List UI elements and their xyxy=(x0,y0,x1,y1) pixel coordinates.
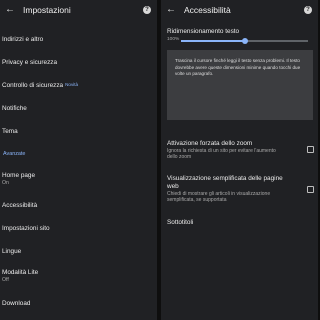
settings-item-label: Download xyxy=(2,300,31,307)
settings-item-label: Notifiche xyxy=(2,105,27,112)
slider-fill xyxy=(181,40,245,42)
settings-toolbar: ← Impostazioni ? xyxy=(0,0,157,20)
preview-text: Trascina il cursore finché leggi il test… xyxy=(175,58,301,76)
page-title: Accessibilità xyxy=(184,5,231,15)
settings-item-label: Home page xyxy=(2,172,36,179)
simplified-view-checkbox[interactable] xyxy=(307,186,314,193)
settings-panel: ← Impostazioni ? Indirizzi e altro Priva… xyxy=(0,0,157,320)
settings-item-label: Controllo di sicurezza Novità xyxy=(2,82,79,89)
force-zoom-description: Ignora la richiesta di un sito per evita… xyxy=(167,148,276,160)
settings-item-label: Impostazioni sito xyxy=(2,225,50,232)
force-zoom-checkbox[interactable] xyxy=(307,146,314,153)
text-preview-box: Trascina il cursore finché leggi il test… xyxy=(167,50,313,120)
settings-item-label: Accessibilità xyxy=(2,202,38,209)
simplified-view-description: Chiedi di mostrare gli articoli in visua… xyxy=(167,191,271,203)
settings-item-label: Privacy e sicurezza xyxy=(2,59,58,66)
page-title: Impostazioni xyxy=(23,5,71,15)
captions-item[interactable]: Sottotitoli xyxy=(167,219,193,226)
settings-item-status: On xyxy=(2,180,9,186)
settings-item-label: Modalità Lite xyxy=(2,269,39,276)
settings-item-label: Tema xyxy=(2,128,18,135)
settings-item-label: Indirizzi e altro xyxy=(2,36,44,43)
back-arrow-icon[interactable]: ← xyxy=(5,5,19,15)
simplified-view-label: Visualizzazione semplificata delle pagin… xyxy=(167,175,283,190)
settings-item-label: Lingue xyxy=(2,248,22,255)
accessibility-toolbar: ← Accessibilità ? xyxy=(161,0,318,20)
help-icon[interactable]: ? xyxy=(143,6,151,14)
new-badge: Novità xyxy=(65,82,79,87)
accessibility-panel: ← Accessibilità ? Ridimensionamento test… xyxy=(161,0,318,320)
section-header-advanced: Avanzate xyxy=(3,151,26,157)
force-zoom-label: Attivazione forzata dello zoom xyxy=(167,140,253,147)
settings-item-status: Off xyxy=(2,277,9,283)
text-scaling-slider[interactable] xyxy=(181,37,308,44)
text-scaling-label: Ridimensionamento testo xyxy=(167,28,240,35)
slider-thumb[interactable] xyxy=(241,37,248,44)
back-arrow-icon[interactable]: ← xyxy=(166,5,180,15)
help-icon[interactable]: ? xyxy=(304,6,312,14)
